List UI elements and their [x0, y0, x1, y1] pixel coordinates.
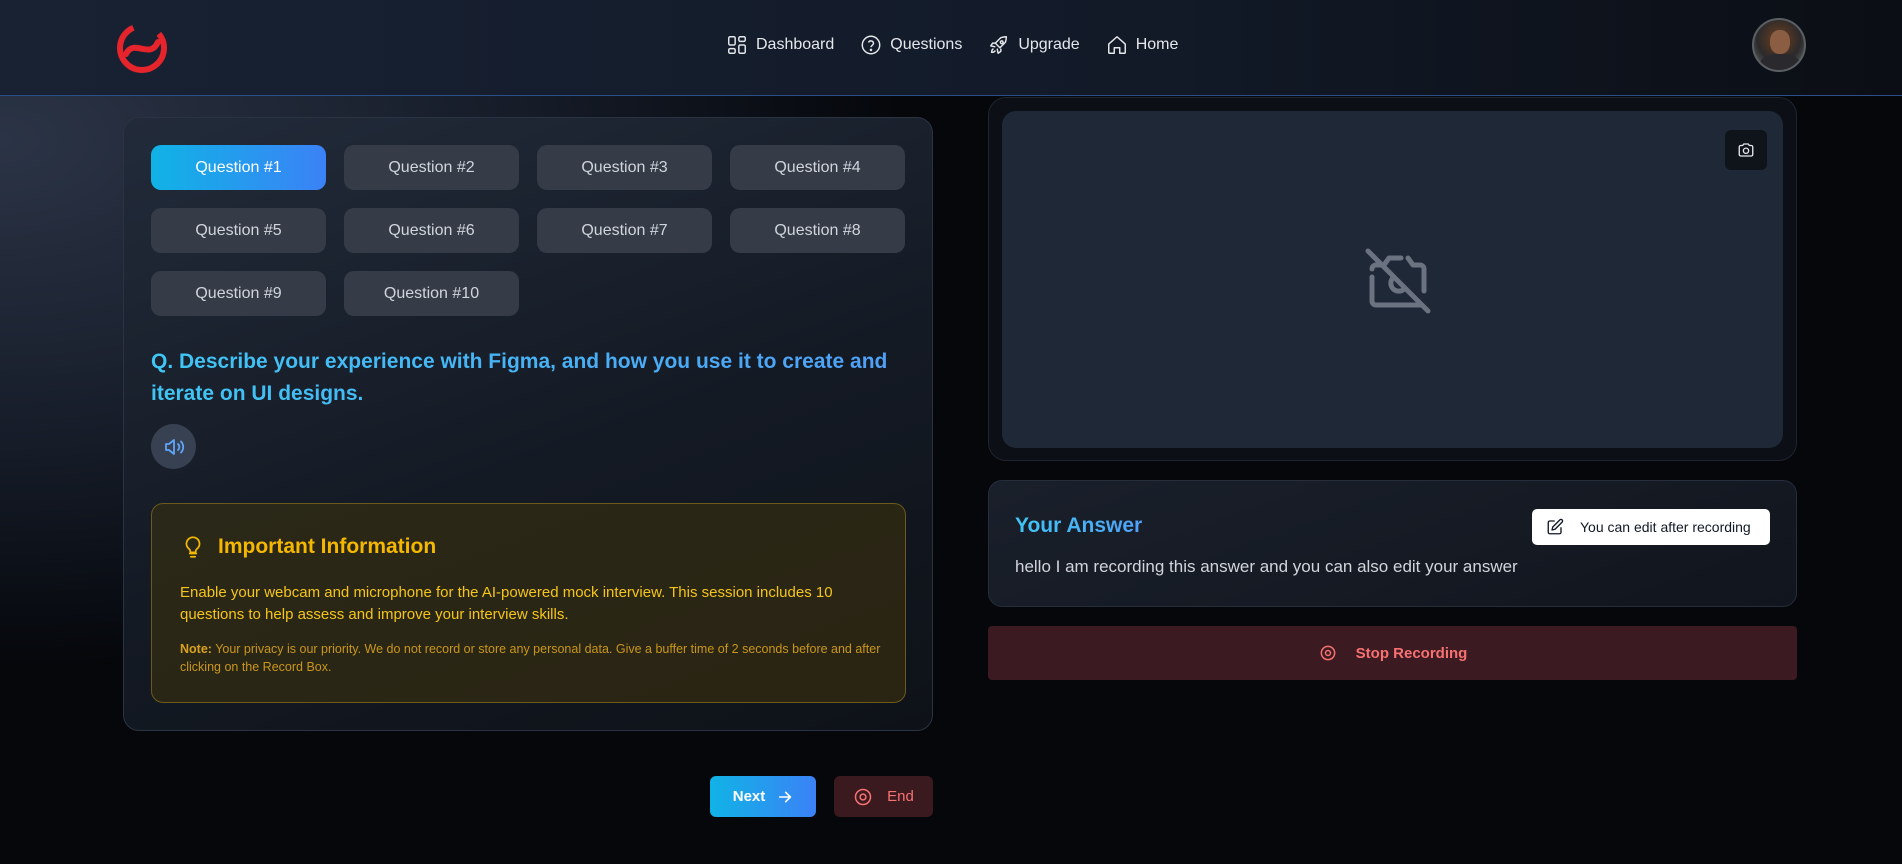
arrow-right-icon [779, 791, 792, 802]
answer-card: Your Answer You can edit after recording… [988, 480, 1797, 607]
info-title-row: Important Information [180, 534, 436, 560]
question-button-9[interactable]: Question #9 [151, 271, 326, 316]
current-question-text: Q. Describe your experience with Figma, … [151, 346, 891, 410]
edit-answer-button[interactable]: You can edit after recording [1532, 509, 1770, 545]
camera-off-icon [1365, 248, 1431, 314]
info-note: Note: Your privacy is our priority. We d… [180, 640, 890, 676]
info-text: Enable your webcam and microphone for th… [180, 584, 833, 623]
question-button-4[interactable]: Question #4 [730, 145, 905, 190]
question-panel: Question #1 Question #2 Question #3 Ques… [123, 117, 933, 731]
dashboard-icon [728, 36, 746, 54]
question-circle-icon [861, 35, 881, 55]
next-button-label: Next [732, 788, 766, 805]
nav-upgrade-label: Upgrade [1018, 36, 1080, 53]
answer-title: Your Answer [1015, 514, 1143, 537]
edit-icon [1547, 518, 1564, 535]
stop-circle-icon [1320, 645, 1336, 661]
info-note-label: Note: [180, 642, 212, 656]
snapshot-button[interactable] [1725, 130, 1767, 170]
nav-dashboard[interactable]: Dashboard [726, 34, 834, 56]
camera-icon [1738, 143, 1754, 157]
question-button-7[interactable]: Question #7 [537, 208, 712, 253]
nav-dashboard-label: Dashboard [756, 36, 835, 53]
user-avatar[interactable] [1752, 18, 1806, 72]
webcam-preview-frame [988, 97, 1797, 461]
speaker-icon [164, 438, 184, 455]
question-button-8[interactable]: Question #8 [730, 208, 905, 253]
top-navbar: Dashboard Questions Upgrade Home [0, 0, 1902, 96]
question-selector-grid: Question #1 Question #2 Question #3 Ques… [151, 145, 905, 316]
webcam-preview [1002, 111, 1783, 448]
question-button-2[interactable]: Question #2 [344, 145, 519, 190]
answer-text[interactable]: hello I am recording this answer and you… [1015, 557, 1518, 577]
nav-questions[interactable]: Questions [860, 34, 962, 56]
question-button-10[interactable]: Question #10 [344, 271, 519, 316]
stop-recording-button[interactable]: Stop Recording [988, 626, 1797, 680]
nav-home-label: Home [1135, 36, 1179, 53]
question-button-3[interactable]: Question #3 [537, 145, 712, 190]
brand-logo-icon[interactable] [114, 20, 170, 76]
info-note-text: Your privacy is our priority. We do not … [180, 642, 881, 674]
read-aloud-button[interactable] [151, 424, 196, 469]
edit-answer-hint: You can edit after recording [1580, 519, 1751, 535]
avatar-face [1770, 30, 1790, 54]
lightbulb-icon [185, 536, 201, 558]
stop-circle-icon [854, 788, 872, 805]
rocket-icon [990, 36, 1008, 54]
question-button-6[interactable]: Question #6 [344, 208, 519, 253]
end-button-label: End [887, 788, 914, 805]
next-button[interactable]: Next [710, 776, 816, 817]
avatar-body [1760, 54, 1800, 70]
nav-links: Dashboard Questions Upgrade Home [726, 34, 1178, 56]
info-title: Important Information [218, 535, 437, 558]
end-button[interactable]: End [834, 776, 933, 817]
nav-questions-label: Questions [890, 36, 963, 53]
home-icon [1107, 36, 1126, 54]
stop-recording-label: Stop Recording [1355, 644, 1468, 662]
nav-home[interactable]: Home [1106, 34, 1179, 56]
nav-upgrade[interactable]: Upgrade [988, 34, 1080, 56]
important-info-box: Important Information Enable your webcam… [151, 503, 906, 703]
question-button-1[interactable]: Question #1 [151, 145, 326, 190]
question-button-5[interactable]: Question #5 [151, 208, 326, 253]
